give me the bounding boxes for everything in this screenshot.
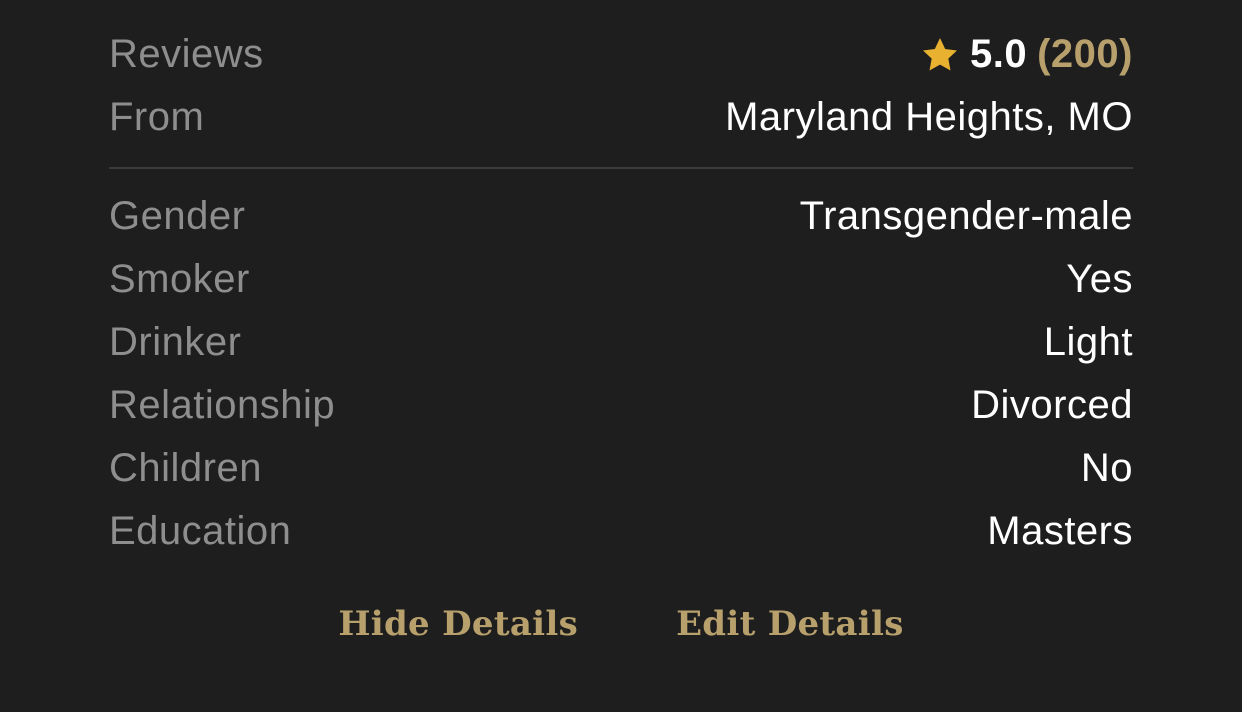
detail-value: Masters <box>987 509 1133 553</box>
detail-label: Smoker <box>109 257 250 301</box>
detail-value: Divorced <box>971 383 1133 427</box>
detail-row-relationship: Relationship Divorced <box>109 374 1133 437</box>
detail-label: Education <box>109 509 292 553</box>
detail-row-drinker: Drinker Light <box>109 311 1133 374</box>
detail-value: Yes <box>1066 257 1133 301</box>
detail-row-gender: Gender Transgender-male <box>109 185 1133 248</box>
detail-value: Transgender-male <box>799 194 1133 238</box>
detail-label: Children <box>109 446 262 490</box>
from-value: Maryland Heights, MO <box>725 95 1133 139</box>
rating[interactable]: 5.0 (200) <box>920 32 1133 77</box>
divider <box>109 167 1133 169</box>
reviews-label: Reviews <box>109 32 264 76</box>
from-label: From <box>109 95 205 139</box>
from-row: From Maryland Heights, MO <box>109 86 1133 149</box>
detail-row-children: Children No <box>109 437 1133 500</box>
detail-label: Drinker <box>109 320 242 364</box>
detail-value: No <box>1080 446 1133 490</box>
detail-row-smoker: Smoker Yes <box>109 248 1133 311</box>
detail-label: Gender <box>109 194 246 238</box>
detail-label: Relationship <box>109 383 336 427</box>
rating-score: 5.0 <box>970 32 1028 76</box>
profile-details-panel: Reviews 5.0 (200) From Maryland Heights,… <box>109 0 1133 563</box>
details-actions: Hide Details Edit Details <box>0 604 1242 644</box>
rating-count: (200) <box>1037 32 1133 76</box>
hide-details-button[interactable]: Hide Details <box>338 604 578 644</box>
edit-details-button[interactable]: Edit Details <box>676 604 904 644</box>
detail-value: Light <box>1043 320 1133 364</box>
detail-row-education: Education Masters <box>109 500 1133 563</box>
reviews-row: Reviews 5.0 (200) <box>109 23 1133 86</box>
star-icon <box>923 37 957 70</box>
